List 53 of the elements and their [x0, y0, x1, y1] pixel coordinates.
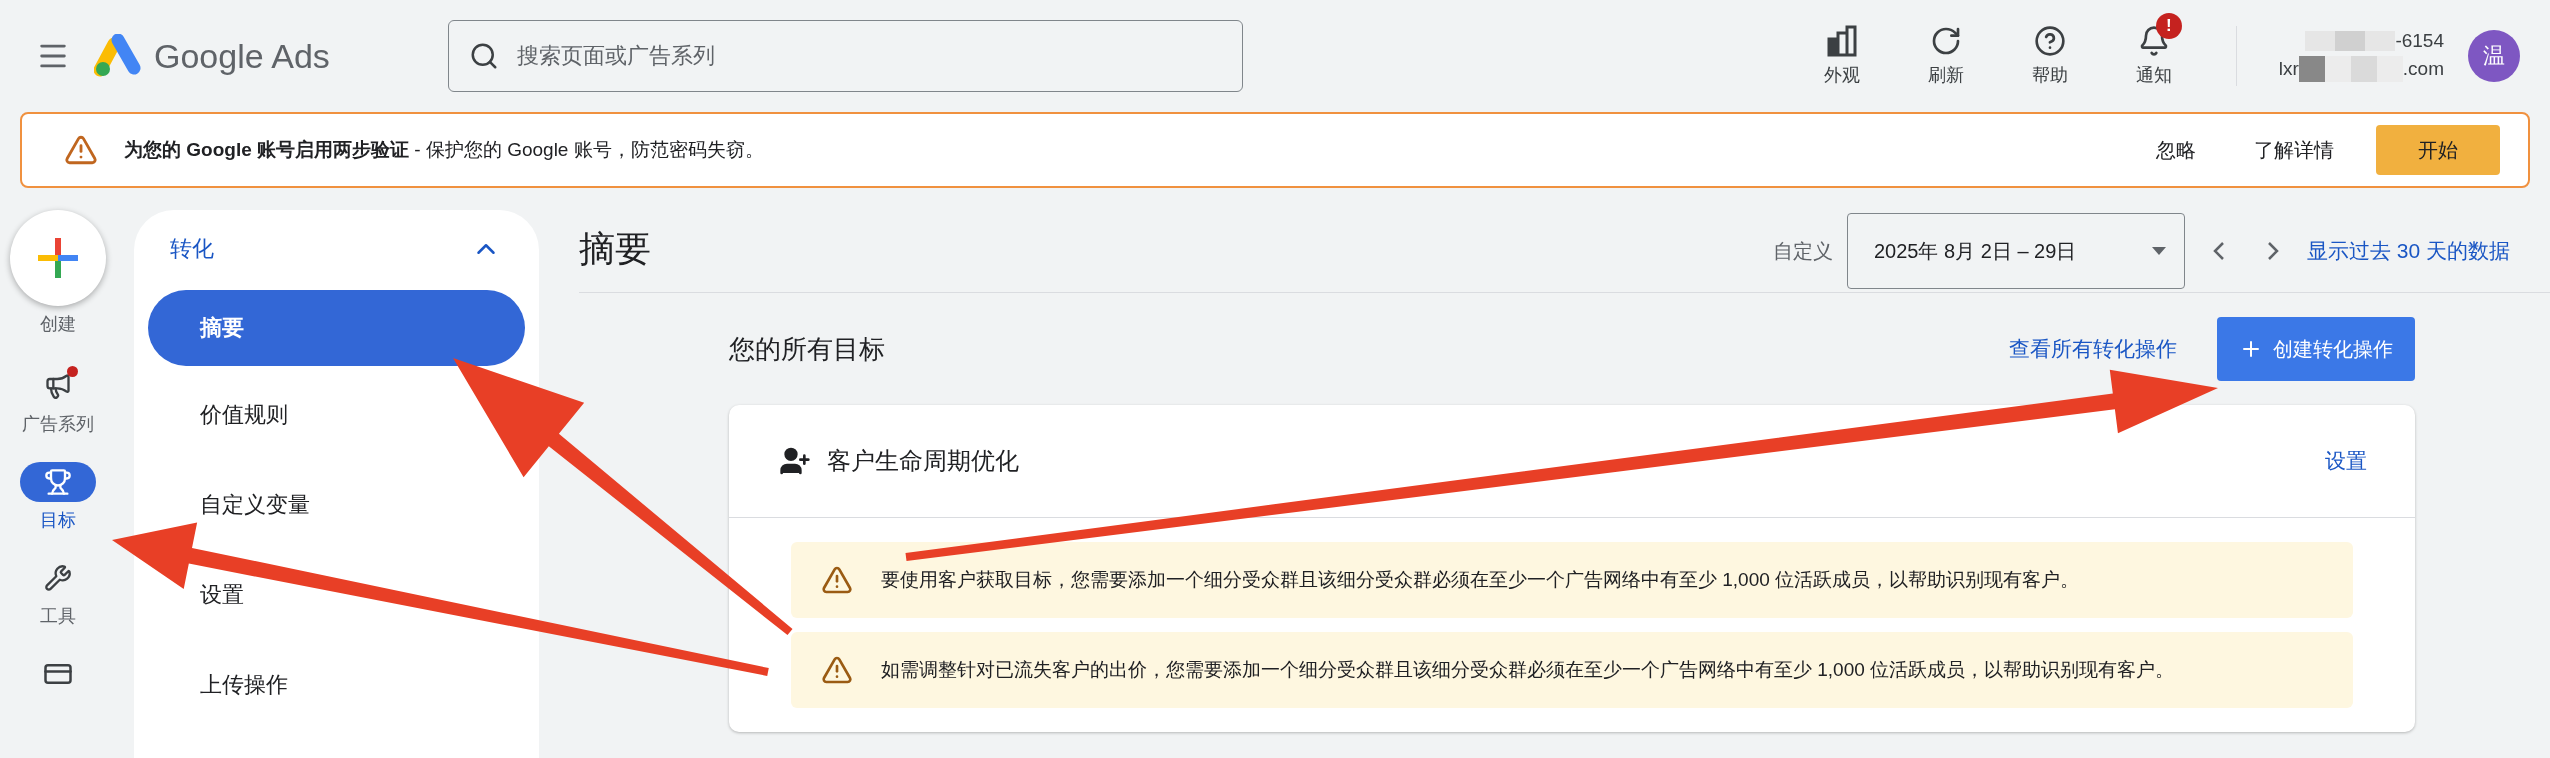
rail-item[interactable]: 目标	[20, 462, 96, 532]
layout-icon	[1826, 25, 1857, 57]
account-email-end: .com	[2402, 58, 2444, 80]
toolbar-button[interactable]: 刷新	[1905, 13, 1986, 87]
page-title: 摘要	[579, 226, 652, 271]
toolbar-button[interactable]: 外观	[1801, 13, 1882, 87]
help-icon	[2033, 25, 2066, 57]
product-name: Google Ads	[154, 36, 330, 76]
plus-icon	[38, 238, 78, 278]
warning-text: 要使用客户获取目标，您需要添加一个细分受众群且该细分受众群必须在至少一个广告网络中有至少 1,000 位活跃成员，以帮助识别现有客户。	[881, 568, 2080, 592]
rail-item[interactable]: 广告系列	[20, 366, 96, 436]
tools-icon	[44, 564, 72, 592]
warning-icon	[64, 133, 98, 167]
search-field[interactable]: 搜索页面或广告系列	[448, 20, 1243, 92]
create-button[interactable]	[10, 210, 106, 306]
banner-action[interactable]: 了解详情	[2238, 125, 2350, 175]
trophy-icon	[44, 468, 72, 496]
chevron-right-icon	[2266, 241, 2279, 261]
logo-icon	[94, 34, 142, 78]
subnav-item[interactable]: 设置	[200, 580, 244, 610]
card-title: 客户生命周期优化	[827, 446, 1020, 476]
subnav-header[interactable]: 转化	[148, 224, 525, 274]
dropdown-icon	[2151, 247, 2166, 255]
subnav-item[interactable]: 上传操作	[200, 670, 288, 700]
warning-icon	[821, 654, 853, 686]
range-link[interactable]: 显示过去 30 天的数据	[2306, 237, 2510, 265]
search-icon	[469, 41, 499, 71]
date-range-dropdown[interactable]: 2025年 8月 2日 – 29日	[1846, 213, 2185, 289]
warning-icon	[821, 564, 853, 596]
start-button[interactable]: 开始	[2376, 125, 2500, 175]
subnav-item[interactable]: 摘要	[148, 290, 525, 366]
chevron-left-icon	[2212, 241, 2225, 261]
subnav-item[interactable]: 自定义变量	[200, 490, 310, 520]
user-plus-icon	[779, 445, 811, 477]
subnav-item[interactable]: 价值规则	[200, 400, 288, 430]
warning-text: 如需调整针对已流失客户的出价，您需要添加一个细分受众群且该细分受众群必须在至少一个广告网络中有至少 1,000 位活跃成员，以帮助识别现有客户。	[881, 658, 2175, 682]
account-email-start: lxr	[2278, 58, 2299, 80]
account-avatar[interactable]: 温	[2468, 30, 2520, 82]
account-id: -6154	[2395, 30, 2444, 52]
create-conversion-button[interactable]: 创建转化操作	[2217, 317, 2415, 381]
view-all-link[interactable]: 查看所有转化操作	[2009, 335, 2177, 363]
settings-link[interactable]: 设置	[2325, 447, 2367, 475]
toolbar-button[interactable]: 通知 !	[2113, 13, 2194, 87]
create-label: 创建	[40, 313, 76, 336]
alert-badge: !	[2155, 13, 2182, 39]
banner-message: 为您的 Google 账号启用两步验证 - 保护您的 Google 账号，防范密码失窃。	[124, 138, 765, 162]
toolbar-button[interactable]: 帮助	[2009, 13, 2090, 87]
search-input[interactable]: 搜索页面或广告系列	[515, 42, 1222, 70]
banner-action[interactable]: 忽略	[2140, 125, 2212, 175]
section-heading: 您的所有目标	[729, 332, 886, 366]
rail-item[interactable]: 工具	[20, 558, 96, 628]
megaphone-icon	[44, 372, 72, 400]
date-label: 自定义	[1772, 238, 1833, 264]
